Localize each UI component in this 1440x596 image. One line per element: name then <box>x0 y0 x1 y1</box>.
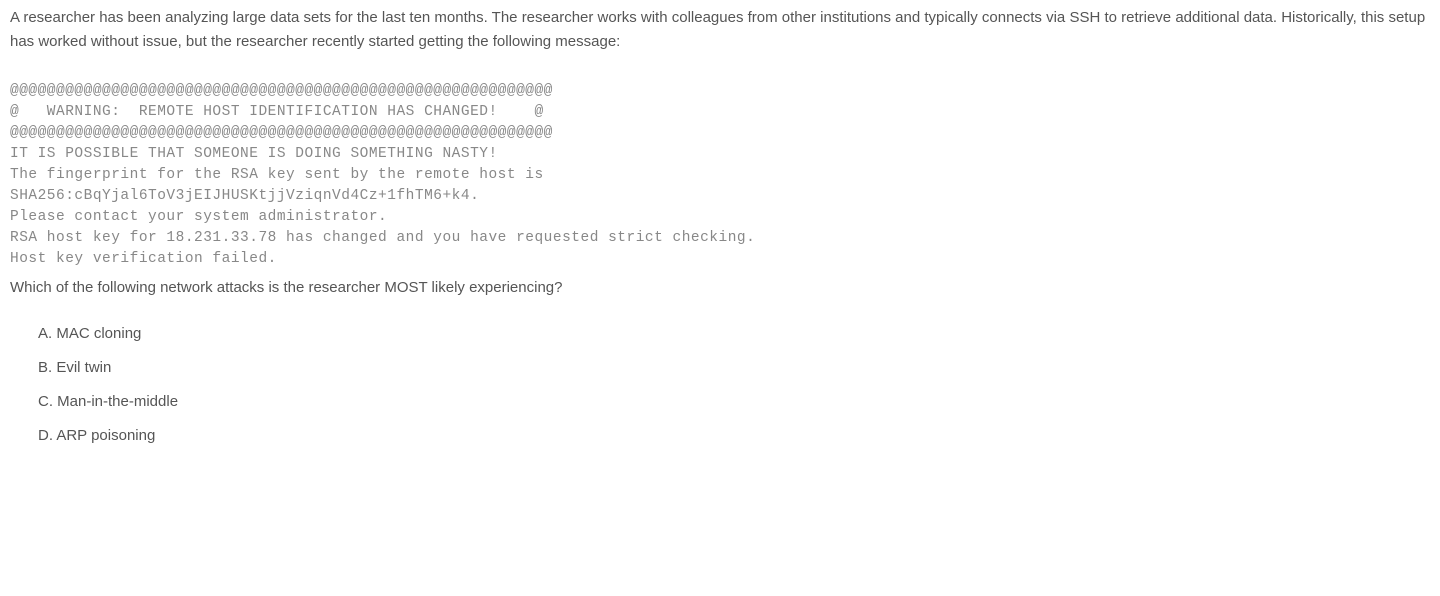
terminal-line: IT IS POSSIBLE THAT SOMEONE IS DOING SOM… <box>10 146 498 162</box>
terminal-line: @@@@@@@@@@@@@@@@@@@@@@@@@@@@@@@@@@@@@@@@… <box>10 83 553 99</box>
terminal-line: @@@@@@@@@@@@@@@@@@@@@@@@@@@@@@@@@@@@@@@@… <box>10 125 553 141</box>
terminal-line: The fingerprint for the RSA key sent by … <box>10 167 544 183</box>
option-d[interactable]: D. ARP poisoning <box>38 424 1430 448</box>
option-a[interactable]: A. MAC cloning <box>38 322 1430 346</box>
question-prompt: Which of the following network attacks i… <box>10 276 1430 300</box>
terminal-line: @ WARNING: REMOTE HOST IDENTIFICATION HA… <box>10 104 544 120</box>
terminal-line: SHA256:cBqYjal6ToV3jEIJHUSKtjjVziqnVd4Cz… <box>10 188 479 204</box>
answer-options: A. MAC cloning B. Evil twin C. Man-in-th… <box>38 322 1430 448</box>
terminal-line: RSA host key for 18.231.33.78 has change… <box>10 230 755 246</box>
terminal-output: @@@@@@@@@@@@@@@@@@@@@@@@@@@@@@@@@@@@@@@@… <box>10 60 1430 270</box>
option-b[interactable]: B. Evil twin <box>38 356 1430 380</box>
option-c[interactable]: C. Man-in-the-middle <box>38 390 1430 414</box>
terminal-line: Please contact your system administrator… <box>10 209 387 225</box>
question-intro: A researcher has been analyzing large da… <box>10 6 1430 54</box>
terminal-line: Host key verification failed. <box>10 251 277 267</box>
